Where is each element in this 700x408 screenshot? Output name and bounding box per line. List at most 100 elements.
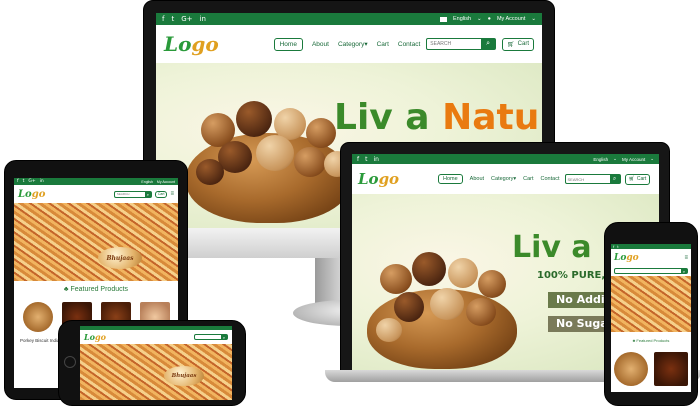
facebook-icon[interactable]: f — [162, 15, 164, 23]
search-input[interactable]: SEARCH — [427, 41, 481, 47]
phone-header: Logo ⌕ — [80, 330, 232, 344]
search-input[interactable]: SEARCH — [566, 177, 610, 182]
logo-lo: Lo — [164, 32, 192, 56]
main-nav: Home About Category▾ Cart Contact — [438, 174, 560, 184]
language-select[interactable]: English — [593, 157, 608, 162]
search-icon[interactable]: ⌕ — [481, 39, 496, 49]
product-name[interactable]: Porkey Biscuit India — [20, 338, 60, 343]
twitter-icon[interactable]: t — [617, 245, 618, 249]
nut — [478, 270, 506, 298]
chevron-down-icon[interactable]: ⌄ — [531, 16, 536, 22]
search-input[interactable]: SEARCH — [115, 192, 145, 196]
product-thumb[interactable] — [654, 352, 688, 386]
desktop-header: Logo Home About Category▾ Cart Contact S… — [156, 25, 542, 63]
cart-button[interactable]: 🛒︎ Cart — [502, 37, 534, 51]
logo[interactable]: Logo — [164, 32, 274, 56]
nav-category-label: Category — [491, 176, 514, 182]
twitter-icon[interactable]: t — [171, 15, 174, 23]
cart-icon: 🛒︎ — [628, 176, 635, 182]
my-account-link[interactable]: My Account — [157, 180, 175, 184]
topbar-right: English ⌄ My Account ⌄ — [593, 156, 654, 162]
facebook-icon[interactable]: f — [357, 156, 359, 163]
social-links: f t G+ in — [17, 179, 44, 184]
search-box: SEARCH ⌕ — [113, 190, 152, 198]
nav-home[interactable]: Home — [273, 37, 303, 51]
phone-banner-image: Bhujaas — [80, 344, 232, 400]
nut — [236, 101, 272, 137]
nut — [256, 135, 294, 171]
nav-about[interactable]: About — [470, 176, 484, 182]
cart-button[interactable]: Cart — [154, 190, 168, 198]
google-plus-icon[interactable]: G+ — [181, 15, 192, 23]
search-icon[interactable]: ⌕ — [144, 191, 151, 197]
laptop-header: Logo Home About Category▾ Cart Contact S… — [352, 164, 659, 194]
hero-headline: Liv a Natural — [334, 97, 542, 138]
logo[interactable]: Logo — [358, 170, 438, 188]
linkedin-icon[interactable]: in — [373, 156, 378, 163]
logo-lo: Lo — [358, 170, 379, 188]
nav-contact[interactable]: Contact — [398, 41, 420, 48]
menu-icon[interactable]: ≡ — [170, 191, 174, 197]
nav-category[interactable]: Category▾ — [338, 40, 368, 48]
my-account-link[interactable]: My Account — [622, 157, 645, 162]
facebook-icon[interactable]: f — [17, 179, 19, 184]
cart-button[interactable]: 🛒︎ Cart — [624, 173, 651, 185]
logo[interactable]: Logo — [18, 189, 45, 200]
phone-landscape: Logo ⌕ Bhujaas — [58, 320, 246, 406]
product-thumb[interactable] — [22, 302, 53, 332]
language-select[interactable]: English — [453, 16, 471, 22]
nut — [294, 147, 326, 177]
logo-lo: Lo — [614, 253, 627, 263]
featured-products-heading: ♣ Featured Products — [14, 286, 178, 293]
facebook-icon[interactable]: f — [613, 245, 614, 249]
chevron-down-icon[interactable]: ⌄ — [613, 156, 617, 162]
nut — [466, 298, 496, 326]
tablet-banner-image: Bhujaas — [14, 203, 178, 281]
home-button — [64, 356, 76, 368]
search-box: ⌕ — [194, 334, 228, 340]
logo-go: go — [378, 170, 400, 188]
nav-home[interactable]: Home — [438, 174, 463, 184]
nav-category-label: Category — [337, 41, 365, 48]
product-thumb[interactable] — [614, 352, 648, 386]
nut — [448, 258, 478, 288]
nav-cart[interactable]: Cart — [377, 41, 389, 48]
nav-cart[interactable]: Cart — [523, 176, 533, 182]
laptop-topbar: f t in English ⌄ My Account ⌄ — [352, 154, 659, 164]
logo[interactable]: Logo — [84, 332, 106, 342]
nut — [196, 159, 224, 185]
nav-contact[interactable]: Contact — [541, 176, 560, 182]
tablet-header: Logo SEARCH ⌕ Cart ≡ — [14, 185, 178, 203]
nav-about[interactable]: About — [312, 41, 329, 48]
chevron-down-icon[interactable]: ⌄ — [650, 156, 654, 162]
search-icon[interactable]: ⌕ — [609, 175, 620, 183]
logo[interactable]: Logo — [614, 253, 639, 263]
product-thumbnails — [611, 352, 691, 386]
linkedin-icon[interactable]: in — [200, 15, 206, 23]
nav-category[interactable]: Category▾ — [491, 176, 516, 182]
google-plus-icon[interactable]: G+ — [28, 179, 35, 184]
brand-badge: Bhujaas — [164, 366, 204, 386]
topbar-right: English ⌄ ● My Account ⌄ — [439, 16, 536, 22]
search-icon[interactable]: ⌕ — [221, 335, 227, 340]
cart-label: Cart — [636, 176, 647, 182]
featured-label: Featured Products — [636, 338, 670, 343]
my-account-link[interactable]: My Account — [497, 16, 525, 22]
social-links: f t G+ in — [162, 15, 206, 23]
social-links: f t in — [357, 156, 379, 163]
search-icon[interactable]: ⌕ — [681, 269, 687, 274]
cart-label: Cart — [157, 192, 165, 196]
chevron-down-icon[interactable]: ⌄ — [477, 16, 482, 22]
user-icon: ● — [487, 16, 491, 22]
phone-portrait-screen: f t Logo ≡ ⌕ ♣ Featured Products — [611, 244, 691, 392]
nut — [376, 318, 402, 342]
twitter-icon[interactable]: t — [365, 156, 367, 163]
main-nav: Home About Category▾ Cart Contact — [273, 37, 420, 51]
menu-icon[interactable]: ≡ — [684, 255, 688, 261]
phone-portrait-banner — [611, 276, 691, 332]
linkedin-icon[interactable]: in — [40, 179, 44, 184]
twitter-icon[interactable]: t — [23, 179, 25, 184]
cart-icon: 🛒︎ — [507, 41, 515, 48]
language-select[interactable]: English — [141, 180, 152, 184]
desktop-topbar: f t G+ in English ⌄ ● My Account ⌄ — [156, 13, 542, 25]
